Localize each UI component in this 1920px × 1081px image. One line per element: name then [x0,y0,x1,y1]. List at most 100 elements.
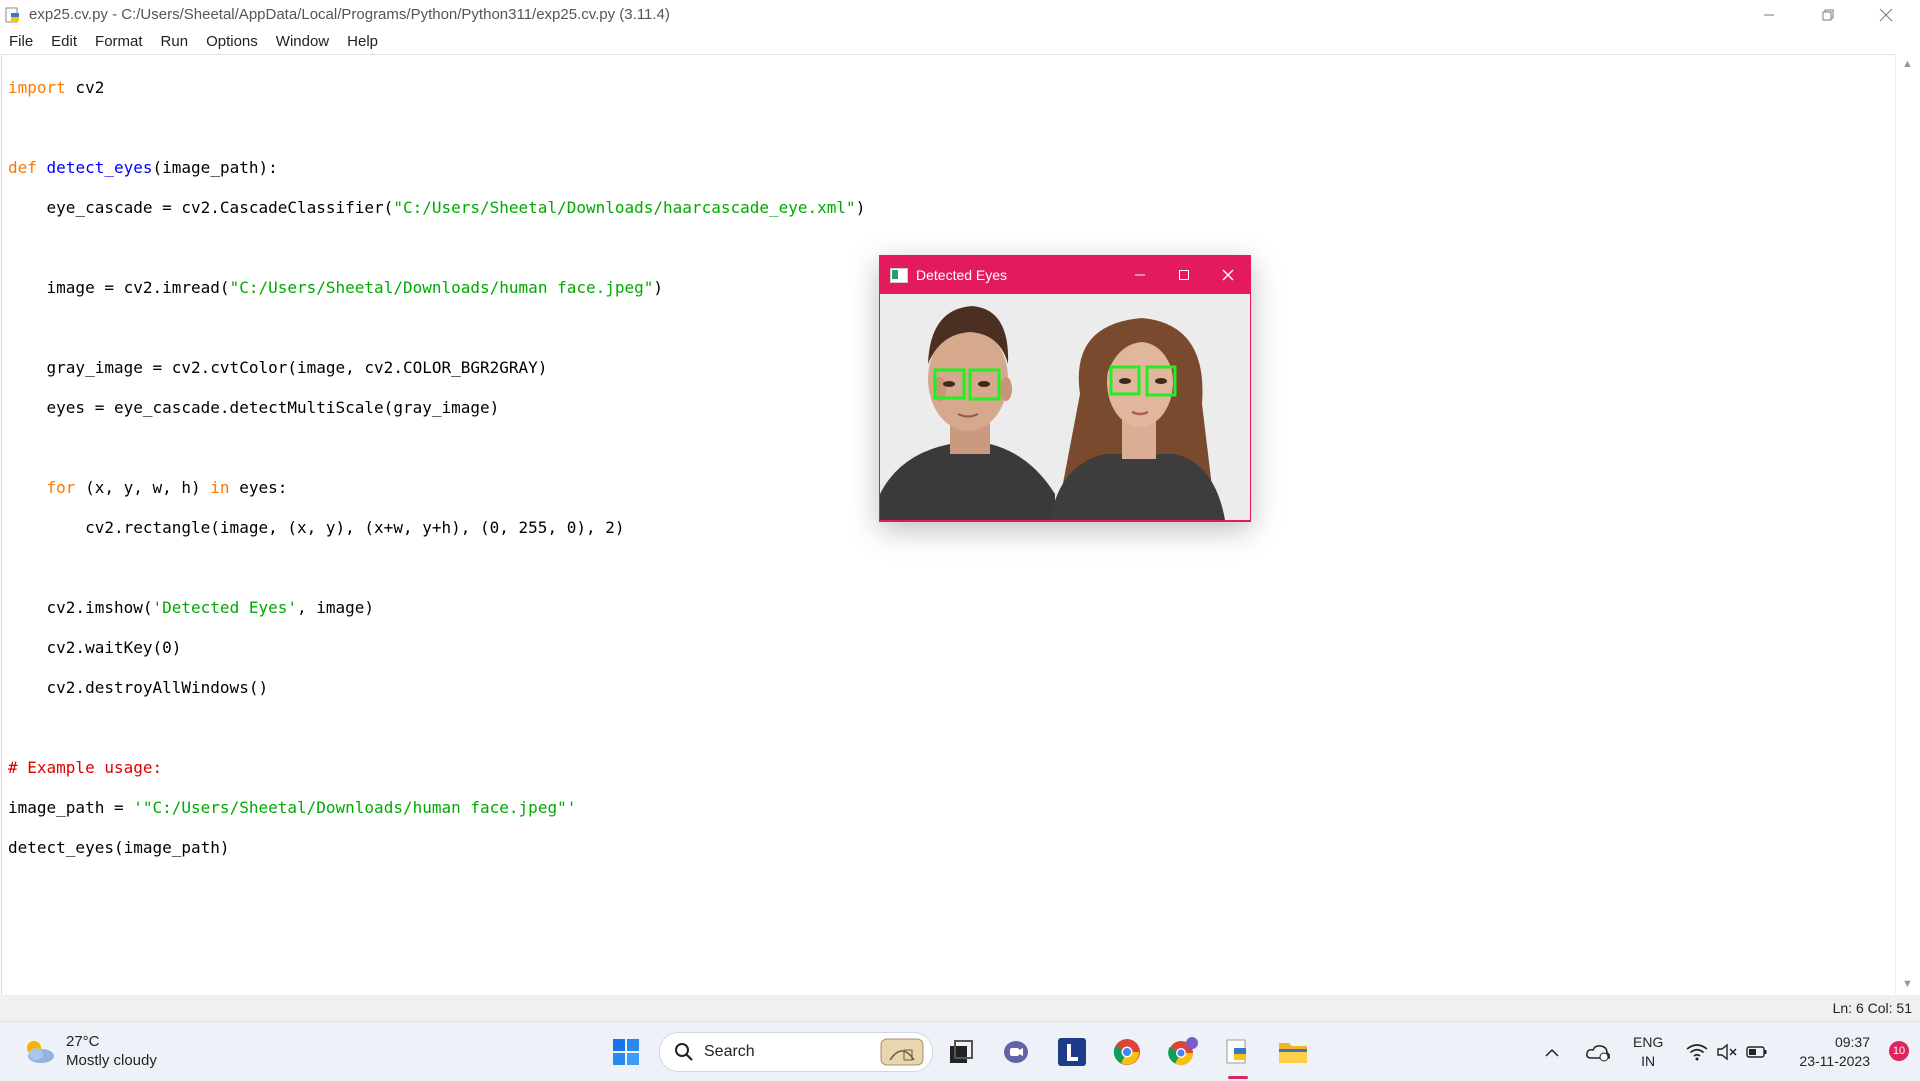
code-text-segment: (x, y, w, h) [75,478,211,497]
chrome-icon [1113,1039,1140,1065]
system-clock[interactable]: 09:37 23-11-2023 [1799,1033,1870,1071]
menu-options[interactable]: Options [197,33,267,50]
code-text-segment: , image) [297,598,375,617]
chrome-profile-button[interactable] [1165,1034,1201,1070]
detected-eyes-image [880,294,1250,520]
taskbar: 27°C Mostly cloudy Search ENG IN 09:37 2… [0,1021,1920,1081]
code-line-4: eye_cascade = cv2.CascadeClassifier("C:/… [8,198,866,218]
maximize-icon [1179,270,1189,280]
close-button[interactable] [1857,0,1915,29]
notification-badge[interactable]: 10 [1889,1041,1909,1061]
teams-chat-button[interactable] [998,1034,1034,1070]
minimize-button[interactable] [1740,0,1798,29]
taskbar-search[interactable]: Search [659,1032,933,1072]
folder-icon [1279,1043,1307,1063]
partly-cloudy-icon [27,1041,54,1063]
python-file-icon [1226,1039,1246,1064]
l-app-icon [1058,1038,1086,1066]
close-icon [1222,269,1234,281]
menu-edit[interactable]: Edit [42,33,86,50]
menu-bar: File Edit Format Run Options Window Help [0,29,1920,54]
string-literal: "C:/Users/Sheetal/Downloads/haarcascade_… [393,198,856,217]
language-code: ENG [1633,1034,1664,1050]
menu-help[interactable]: Help [338,33,387,50]
task-view-icon [950,1040,973,1063]
code-text-segment: eyes: [229,478,288,497]
menu-run[interactable]: Run [152,33,198,50]
code-line-12: cv2.rectangle(image, (x, y), (x+w, y+h),… [8,518,625,537]
code-line-8: gray_image = cv2.cvtColor(image, cv2.COL… [8,358,548,377]
l-app-button[interactable] [1054,1034,1090,1070]
keyword: import [8,78,66,97]
weather-widget[interactable]: 27°C Mostly cloudy [22,1032,157,1070]
code-line-20: detect_eyes(image_path) [8,838,230,857]
show-hidden-icons-button[interactable] [1542,1034,1562,1070]
weather-temperature: 27°C [66,1033,100,1050]
chrome-profile-icon [1168,1037,1198,1066]
restore-icon [1822,9,1834,20]
code-text-segment: image_path = [8,798,134,817]
code-text-segment: eye_cascade = cv2.CascadeClassifier( [8,198,394,217]
onedrive-sync-button[interactable] [1584,1034,1612,1070]
file-explorer-button[interactable] [1275,1034,1311,1070]
chevron-up-icon [1545,1048,1559,1057]
python-idle-icon [5,7,19,22]
windows-start-icon [613,1039,639,1065]
opencv-window-icon [890,267,908,283]
menu-format[interactable]: Format [86,33,152,50]
search-highlight-icon [880,1038,924,1066]
battery-icon [1746,1046,1767,1058]
status-bar: Ln: 6 Col: 51 [0,995,1920,1021]
language-indicator[interactable]: ENG IN [1633,1033,1663,1071]
wifi-icon [1686,1044,1708,1061]
teams-chat-icon [1004,1041,1028,1063]
code-line-3: def detect_eyes(image_path): [8,158,865,178]
code-line-19: image_path = '"C:/Users/Sheetal/Download… [8,798,865,818]
code-text-segment: ) [653,278,664,297]
code-line-15: cv2.waitKey(0) [8,638,182,657]
start-button[interactable] [608,1034,644,1070]
detected-eyes-window[interactable]: Detected Eyes [879,255,1251,522]
keyword: in [210,478,230,497]
string-literal: '"C:/Users/Sheetal/Downloads/human face.… [133,798,577,817]
volume-button[interactable] [1714,1034,1740,1070]
menu-file[interactable]: File [0,33,42,50]
scroll-down-icon[interactable]: ▼ [1902,978,1913,990]
keyword: def [8,158,37,177]
python-idle-taskbar-button[interactable] [1220,1034,1256,1079]
chrome-button[interactable] [1109,1034,1145,1070]
cursor-position: Ln: 6 Col: 51 [1832,1000,1912,1016]
restore-button[interactable] [1799,0,1857,29]
popup-maximize-button[interactable] [1162,256,1206,294]
scroll-up-icon[interactable]: ▲ [1902,58,1913,70]
popup-minimize-button[interactable] [1118,256,1162,294]
battery-button[interactable] [1744,1034,1770,1070]
code-line-1: import cv2 [8,78,865,98]
close-icon [1879,8,1893,21]
vertical-scrollbar[interactable]: ▲ ▼ [1895,54,1920,994]
string-literal: 'Detected Eyes' [152,598,298,617]
wifi-button[interactable] [1684,1034,1710,1070]
code-text-segment: ) [855,198,866,217]
clock-time: 09:37 [1834,1034,1870,1050]
popup-title: Detected Eyes [916,267,1008,283]
faces-photo [880,294,1250,520]
menu-window[interactable]: Window [267,33,338,50]
task-view-button[interactable] [943,1034,979,1070]
comment: # Example usage: [8,758,163,777]
keyword: for [46,478,76,497]
code-text[interactable]: import cv2 def detect_eyes(image_path): … [8,58,865,898]
code-text-segment: (image_path): [152,158,278,177]
code-text-segment: image = cv2.imread( [8,278,230,297]
code-line-14: cv2.imshow('Detected Eyes', image) [8,598,865,618]
string-literal: "C:/Users/Sheetal/Downloads/human face.j… [229,278,654,297]
popup-close-button[interactable] [1206,256,1250,294]
code-text-segment: cv2.imshow( [8,598,153,617]
code-editor[interactable]: import cv2 def detect_eyes(image_path): … [1,54,1897,996]
popup-title-bar[interactable]: Detected Eyes [880,256,1250,294]
